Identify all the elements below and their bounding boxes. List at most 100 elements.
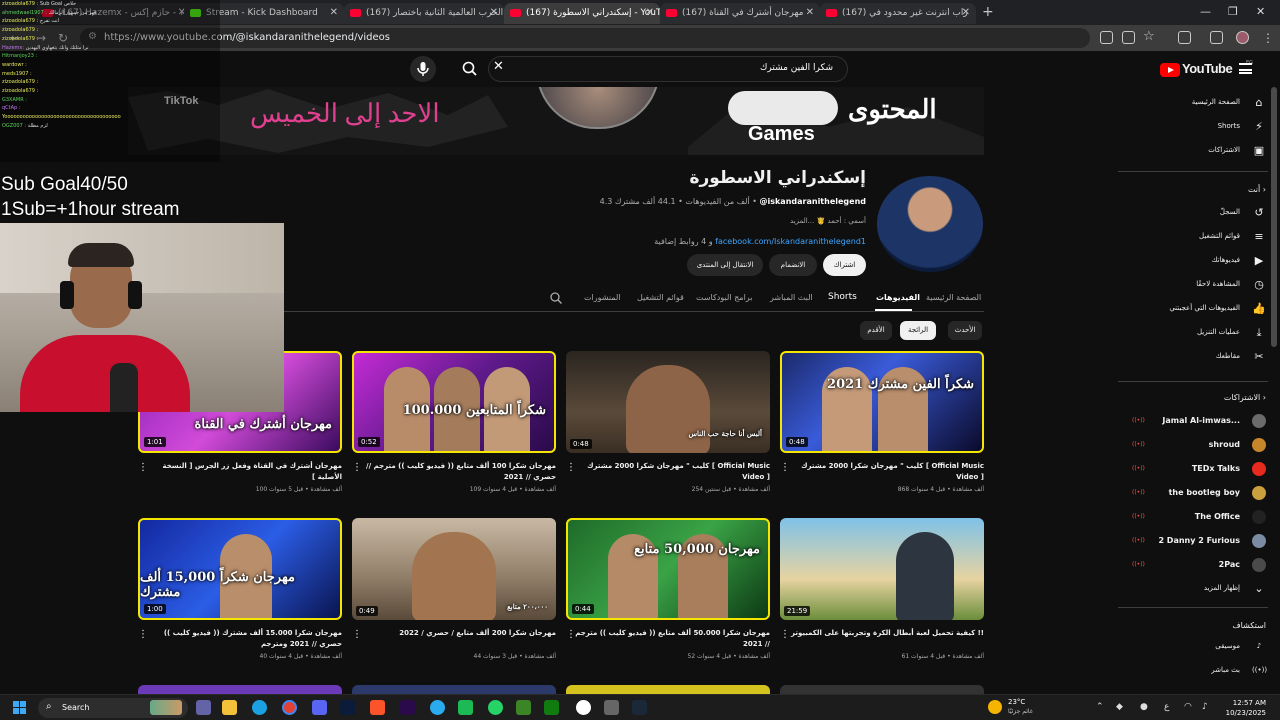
translate-icon[interactable] <box>1122 31 1135 44</box>
tray-overflow-icon[interactable]: ⌃ <box>1096 702 1104 712</box>
clear-search-icon[interactable]: ✕ <box>493 59 504 74</box>
sidebar-item[interactable]: بث مباشر ((•)) <box>1118 663 1268 681</box>
subscription-item[interactable]: ((•)) Jamal Al-imwas... <box>1118 413 1268 431</box>
video-title[interactable]: كليب " مهرجان شكرا 2000 مشترك [ Official… <box>788 461 984 483</box>
sidebar-item[interactable]: قوائم التشغيل ≡ <box>1118 229 1268 247</box>
language-indicator[interactable]: ع <box>1164 702 1169 712</box>
subscribe-button[interactable]: اشتراك <box>823 254 866 276</box>
volume-icon[interactable]: ♪ <box>1202 702 1208 712</box>
video-card[interactable]: مهرجان شكراً 15,000 ألف مشترك 1:00 ⋮ مهر… <box>138 518 342 678</box>
file-explorer-icon[interactable] <box>222 700 237 715</box>
tab-iskandarani-active[interactable]: (167) إسكندراني الاسطورة - YouTube✕ <box>504 3 660 24</box>
close-tab-icon[interactable]: ✕ <box>330 7 338 18</box>
video-thumbnail[interactable]: 100.000 شكراً المتابعين 0:52 <box>352 351 556 453</box>
subscription-item[interactable]: ((•)) 2Pac <box>1118 557 1268 575</box>
new-tab-icon[interactable]: + <box>982 4 994 20</box>
tab-podcasts[interactable]: برامج البودكاست <box>696 293 752 302</box>
minecraft-icon[interactable] <box>516 700 531 715</box>
obs-icon[interactable] <box>576 700 591 715</box>
subscription-item[interactable]: ((•)) shroud <box>1118 437 1268 455</box>
video-card[interactable]: ألبس أنا حاجة حب الناس 0:48 ⋮ كليب " مهر… <box>566 351 770 511</box>
sidebar-item[interactable]: الاشتراكات ▣ <box>1118 143 1268 161</box>
extensions-icon[interactable] <box>1178 31 1191 44</box>
you-section-header[interactable]: أنت › <box>1248 185 1266 194</box>
taskbar-clock[interactable]: 12:57 AM 10/23/2025 <box>1222 698 1266 718</box>
tab-posts[interactable]: المنشورات <box>584 293 621 302</box>
voice-search-button[interactable] <box>410 56 436 82</box>
video-thumbnail[interactable]: 21:59 <box>780 518 984 620</box>
brave-icon[interactable] <box>370 700 385 715</box>
chrome-icon[interactable] <box>282 700 297 715</box>
video-title[interactable]: مهرجان شكرا 100 ألف متابع (( فيديو كليب … <box>360 461 556 483</box>
video-thumbnail-partial[interactable] <box>780 685 984 694</box>
reading-list-icon[interactable] <box>1210 31 1223 44</box>
steam-icon[interactable] <box>632 700 647 715</box>
video-title[interactable]: كليب " مهرجان شكرا 2000 مشترك [ Official… <box>574 461 770 483</box>
join-button[interactable]: الانضمام <box>769 254 817 276</box>
install-app-icon[interactable] <box>1100 31 1113 44</box>
subscription-item[interactable]: ((•)) 2 Danny 2 Furious <box>1118 533 1268 551</box>
chip-oldest[interactable]: الأقدم <box>860 321 892 340</box>
subscription-item[interactable]: ((•)) TEDx Talks <box>1118 461 1268 479</box>
tab-festival[interactable]: (167) مهرجان أشترك في القناة ✕ <box>660 3 820 24</box>
start-icon[interactable] <box>13 701 27 715</box>
tab-home[interactable]: الصفحة الرئيسية <box>926 293 981 302</box>
tray-app-icon[interactable]: ◆ <box>1116 702 1123 712</box>
premiere-icon[interactable] <box>400 700 415 715</box>
sidebar-item[interactable]: Shorts ⚡ <box>1118 119 1268 137</box>
channel-description[interactable]: أسمي : أحمد 🤴 ...المزيد <box>600 217 866 225</box>
tray-mic-icon[interactable]: ● <box>1140 702 1148 712</box>
video-title[interactable]: مهرجان شكرا 50.000 ألف متابع (( فيديو كل… <box>574 628 770 650</box>
tab-live[interactable]: البث المباشر <box>770 293 813 302</box>
profile-avatar-icon[interactable] <box>1236 31 1249 44</box>
subscription-item[interactable]: ((•)) the bootleg boy <box>1118 485 1268 503</box>
sidebar-item[interactable]: فيديوهاتك ▶ <box>1118 253 1268 271</box>
video-card[interactable]: 100.000 شكراً المتابعين 0:52 ⋮ مهرجان شك… <box>352 351 556 511</box>
app-icon[interactable] <box>604 700 619 715</box>
chrome-menu-icon[interactable]: ⋮ <box>1262 31 1274 45</box>
discord-icon[interactable] <box>312 700 327 715</box>
restore-icon[interactable]: ❐ <box>1228 5 1238 18</box>
close-tab-icon[interactable]: ✕ <box>490 7 498 18</box>
subscription-item[interactable]: ((•)) The Office <box>1118 509 1268 527</box>
telegram-icon[interactable] <box>430 700 445 715</box>
chip-popular[interactable]: الرائجة <box>900 321 936 340</box>
edge-icon[interactable] <box>252 700 267 715</box>
weather-widget[interactable]: 23°C غائم جزئيًا <box>988 698 1068 718</box>
close-tab-icon[interactable]: ✕ <box>646 7 654 18</box>
video-title[interactable]: كيفية تحميل لعبة أبطال الكرة وتجربتها عل… <box>788 628 984 639</box>
minimize-icon[interactable]: — <box>1200 5 1211 18</box>
channel-avatar[interactable] <box>877 176 983 272</box>
sidebar-item[interactable]: موسيقى ♪ <box>1118 639 1268 657</box>
video-title[interactable]: مهرجان أشترك في القناة وفعل زر الجرس [ ا… <box>146 461 343 483</box>
video-thumbnail[interactable]: مهرجان 50,000 متابع 0:44 <box>566 518 770 620</box>
tab-videos[interactable]: الفيديوهات <box>876 293 920 302</box>
close-tab-icon[interactable]: ✕ <box>806 7 814 18</box>
tab-rap[interactable]: (167) راب انترنت غير محدود في ✕ <box>820 3 976 24</box>
video-card[interactable]: مهرجان 50,000 متابع 0:44 ⋮ مهرجان شكرا 5… <box>566 518 770 678</box>
video-thumbnail[interactable]: 2021 شكراً الفين مشترك 0:48 <box>780 351 984 453</box>
app-icon[interactable] <box>458 700 473 715</box>
video-card[interactable]: 2021 شكراً الفين مشترك 0:48 ⋮ كليب " مهر… <box>780 351 984 511</box>
video-card[interactable]: ٢٠٠،٠٠٠ متابع 0:49 ⋮ مهرجان شكرا 200 ألف… <box>352 518 556 678</box>
subscriptions-section-header[interactable]: الاشتراكات › <box>1224 393 1266 402</box>
chip-latest[interactable]: الأحدث <box>948 321 982 340</box>
search-input[interactable]: شكرا الفين مشترك <box>488 56 848 82</box>
scrollbar[interactable] <box>1271 87 1277 347</box>
video-thumbnail-partial[interactable] <box>566 685 770 694</box>
video-thumbnail[interactable]: ٢٠٠،٠٠٠ متابع 0:49 <box>352 518 556 620</box>
close-tab-icon[interactable]: ✕ <box>962 7 970 18</box>
sidebar-item[interactable]: مقاطعك ✂ <box>1118 349 1268 367</box>
video-thumbnail-partial[interactable] <box>138 685 342 694</box>
search-button[interactable] <box>456 56 484 82</box>
tab-playlists[interactable]: قوائم التشغيل <box>637 293 684 302</box>
whatsapp-icon[interactable] <box>488 700 503 715</box>
sidebar-item[interactable]: السجلّ ↺ <box>1118 205 1268 223</box>
url-input[interactable]: ⚙ https://www.youtube.com/@iskandaranith… <box>80 28 1090 48</box>
video-title[interactable]: مهرجان شكرا 15.000 ألف مشترك (( فيديو كل… <box>146 628 342 650</box>
video-thumbnail-partial[interactable] <box>352 685 556 694</box>
sidebar-item[interactable]: الصفحة الرئيسية ⌂ <box>1118 95 1268 113</box>
video-title[interactable]: مهرجان شكرا 200 ألف متابع / حصري / 2022 <box>360 628 556 639</box>
sidebar-item[interactable]: المشاهدة لاحقًا ◷ <box>1118 277 1268 295</box>
facebook-link[interactable]: facebook.com/Iskandaranithelegend1 <box>715 237 866 246</box>
